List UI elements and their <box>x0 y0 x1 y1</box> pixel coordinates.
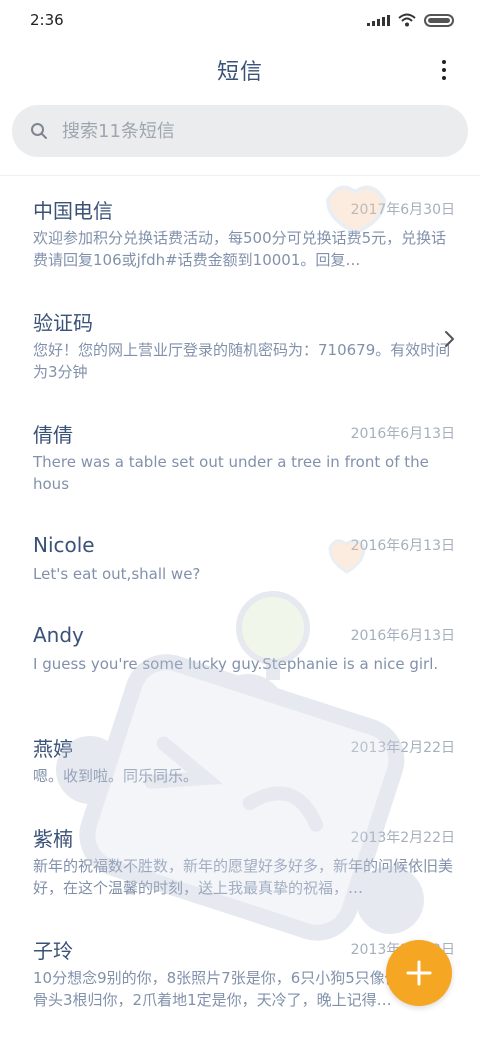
chevron-right-icon <box>445 331 454 347</box>
conversation-row-china-telecom[interactable]: 中国电信 2017年6月30日 欢迎参加积分兑换话费活动，每500分可兑换话费5… <box>0 176 480 288</box>
conversation-row-nicole[interactable]: Nicole 2016年6月13日 Let's eat out,shall we… <box>0 512 480 602</box>
sender-name: 验证码 <box>33 310 93 335</box>
sender-name: 子玲 <box>33 938 73 963</box>
message-preview: 嗯。收到啦。同乐同乐。 <box>33 767 199 785</box>
battery-icon <box>424 13 454 27</box>
sender-name: 燕婷 <box>33 736 73 761</box>
more-options-button[interactable] <box>434 56 454 84</box>
message-preview: 欢迎参加积分兑换话费活动，每500分可兑换话费5元，兑换话费请回复106或jfd… <box>33 229 447 269</box>
signal-icon <box>367 14 390 26</box>
message-preview: 您好！您的网上营业厅登录的随机密码为：710679。有效时间为3分钟 <box>33 341 451 381</box>
battery-level <box>428 17 450 23</box>
sender-name: 中国电信 <box>33 198 113 223</box>
message-date: 2017年6月30日 <box>350 202 455 218</box>
conversation-row-yanting[interactable]: 燕婷 2013年2月22日 嗯。收到啦。同乐同乐。 <box>0 714 480 804</box>
message-preview: 新年的祝福数不胜数，新年的愿望好多好多，新年的问候依旧美好，在这个温馨的时刻，送… <box>33 857 453 897</box>
status-time: 2:36 <box>30 11 64 29</box>
sender-name: 紫楠 <box>33 826 73 851</box>
message-date: 2016年6月13日 <box>350 426 455 442</box>
conversation-row-verification-code[interactable]: 验证码 您好！您的网上营业厅登录的随机密码为：710679。有效时间为3分钟 <box>0 288 480 400</box>
status-bar: 2:36 <box>0 0 480 40</box>
message-date: 2016年6月13日 <box>350 628 455 644</box>
search-bar[interactable] <box>12 105 468 157</box>
conversation-row-andy[interactable]: Andy 2016年6月13日 I guess you're some luck… <box>0 602 480 714</box>
sender-name: Andy <box>33 623 84 647</box>
page-title: 短信 <box>216 60 263 85</box>
conversation-list: 中国电信 2017年6月30日 欢迎参加积分兑换话费活动，每500分可兑换话费5… <box>0 176 480 1028</box>
compose-button[interactable] <box>386 940 452 1006</box>
sender-name: 倩倩 <box>33 422 73 447</box>
search-input[interactable] <box>62 120 422 142</box>
message-preview: Let's eat out,shall we? <box>33 565 201 583</box>
wifi-icon <box>398 13 416 27</box>
title-bar: 短信 <box>0 48 480 92</box>
search-icon <box>31 123 47 139</box>
more-vertical-icon <box>442 60 446 64</box>
message-preview: There was a table set out under a tree i… <box>33 453 429 493</box>
message-preview: I guess you're some lucky guy.Stephanie … <box>33 655 439 673</box>
sender-name: Nicole <box>33 533 95 557</box>
status-icons <box>367 13 454 27</box>
message-date: 2013年2月22日 <box>350 740 455 756</box>
conversation-row-qianqian[interactable]: 倩倩 2016年6月13日 There was a table set out … <box>0 400 480 512</box>
conversation-row-zinan[interactable]: 紫楠 2013年2月22日 新年的祝福数不胜数，新年的愿望好多好多，新年的问候依… <box>0 804 480 916</box>
plus-icon <box>406 960 432 986</box>
message-date: 2013年2月22日 <box>350 830 455 846</box>
message-date: 2016年6月13日 <box>350 538 455 554</box>
